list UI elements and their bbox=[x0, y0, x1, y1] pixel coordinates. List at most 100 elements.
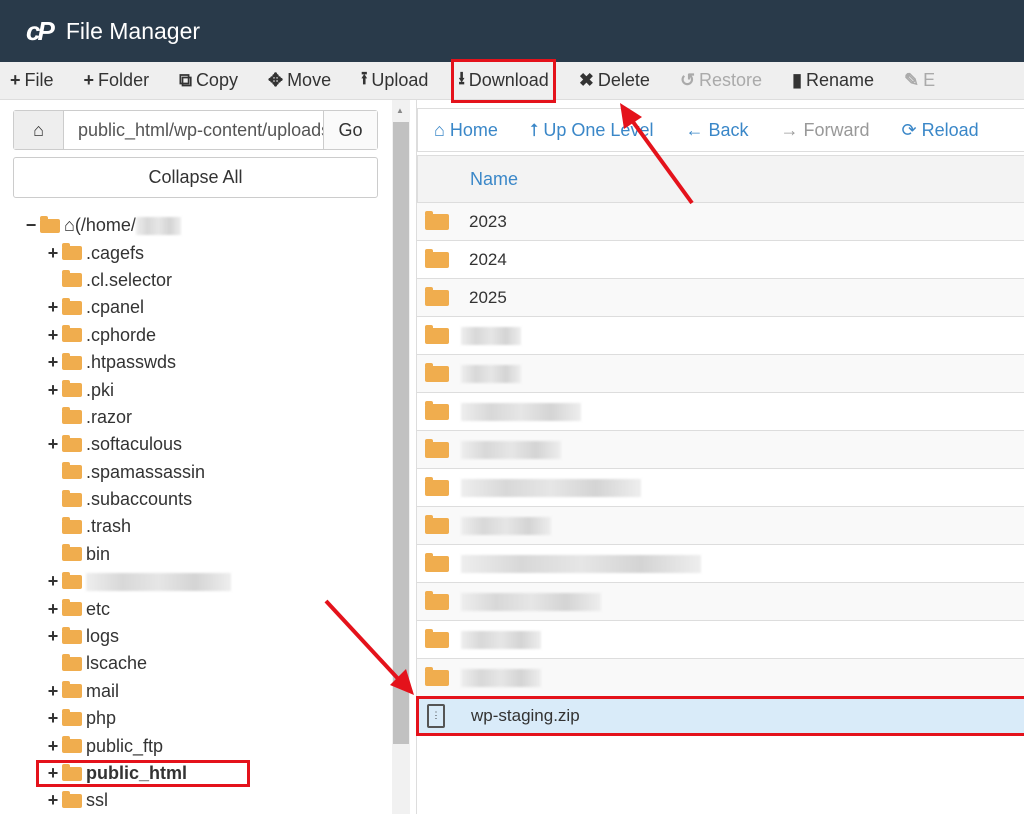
folder-icon bbox=[62, 325, 82, 343]
toggle-icon[interactable]: + bbox=[46, 243, 60, 264]
tree-item[interactable]: + ssl bbox=[0, 787, 390, 814]
restore-button[interactable]: ↺ Restore bbox=[680, 70, 762, 91]
scrollbar[interactable]: ▲ bbox=[392, 100, 410, 814]
tree-item[interactable]: + public_ftp bbox=[0, 732, 390, 759]
restore-label: Restore bbox=[699, 70, 763, 90]
tree-item[interactable]: lscache bbox=[0, 650, 390, 677]
rename-button[interactable]: ▮ Rename bbox=[792, 70, 874, 91]
toggle-icon[interactable]: + bbox=[46, 763, 60, 784]
copy-button[interactable]: ⧉ Copy bbox=[179, 70, 238, 91]
upload-button[interactable]: ⭱ Upload bbox=[361, 66, 428, 96]
tree-item[interactable]: .trash bbox=[0, 513, 390, 540]
reload-button[interactable]: ⟳ Reload bbox=[902, 120, 979, 141]
table-row[interactable]: ⋮ wp-staging.zip bbox=[416, 696, 1024, 736]
toggle-icon[interactable]: + bbox=[46, 434, 60, 455]
tree-item-label: mail bbox=[86, 680, 120, 701]
toggle-icon[interactable]: + bbox=[46, 708, 60, 729]
toggle-icon[interactable]: + bbox=[46, 599, 60, 620]
tree-item[interactable]: .spamassassin bbox=[0, 459, 390, 486]
tree-item[interactable]: + .cagefs bbox=[0, 239, 390, 266]
move-button[interactable]: ✥ Move bbox=[268, 70, 331, 91]
up-one-level-button[interactable]: ⭡ Up One Level bbox=[530, 120, 654, 141]
table-row[interactable]: 2025 bbox=[417, 279, 1024, 317]
tree-item[interactable]: + php bbox=[0, 705, 390, 732]
tree-item[interactable]: .cl.selector bbox=[0, 267, 390, 294]
table-row[interactable] bbox=[417, 621, 1024, 659]
table-row[interactable] bbox=[417, 317, 1024, 355]
tree-item[interactable]: .subaccounts bbox=[0, 486, 390, 513]
tree-item-label: logs bbox=[86, 626, 120, 647]
scrollbar-thumb[interactable] bbox=[393, 122, 409, 744]
toggle-icon[interactable]: + bbox=[46, 790, 60, 811]
go-button[interactable]: Go bbox=[323, 111, 377, 149]
folder-icon bbox=[425, 362, 449, 382]
tree-item[interactable]: + bbox=[0, 568, 390, 595]
path-bar: ⌂ Go bbox=[13, 110, 378, 150]
column-header-name[interactable]: Name bbox=[417, 155, 1024, 203]
folder-icon bbox=[62, 407, 82, 425]
table-row[interactable] bbox=[417, 431, 1024, 469]
toggle-icon[interactable]: + bbox=[46, 681, 60, 702]
home-icon[interactable]: ⌂ bbox=[14, 111, 64, 149]
toggle-icon[interactable]: + bbox=[46, 352, 60, 373]
toggle-icon[interactable]: + bbox=[46, 325, 60, 346]
folder-tree-pane: ⌂ Go Collapse All −⌂(/home/ + .cagefs .cl.s… bbox=[0, 100, 390, 814]
toolbar: + File + Folder ⧉ Copy ✥ Move ⭱ Upload ⭳ Download ✖ D… bbox=[0, 58, 1024, 103]
collapse-all-button[interactable]: Collapse All bbox=[13, 157, 378, 198]
delete-icon: ✖ bbox=[578, 70, 594, 90]
tree-item[interactable]: bin bbox=[0, 541, 390, 568]
file-button[interactable]: + File bbox=[10, 70, 54, 91]
toggle-icon[interactable]: + bbox=[46, 626, 60, 647]
path-input[interactable] bbox=[64, 111, 323, 149]
folder-icon bbox=[425, 286, 449, 306]
tree-item-label: php bbox=[86, 708, 117, 729]
app-title: File Manager bbox=[65, 17, 201, 44]
table-row[interactable] bbox=[417, 659, 1024, 697]
e-button[interactable]: ✎ E bbox=[904, 70, 935, 91]
tree-item[interactable]: .razor bbox=[0, 404, 390, 431]
tree-item[interactable]: + .htpasswds bbox=[0, 349, 390, 376]
tree-item[interactable]: + .cpanel bbox=[0, 294, 390, 321]
tree-item[interactable]: + .softaculous bbox=[0, 431, 390, 458]
folder-icon bbox=[62, 653, 82, 671]
tree-item[interactable]: + mail bbox=[0, 678, 390, 705]
table-row[interactable] bbox=[417, 393, 1024, 431]
folder-icon bbox=[425, 476, 449, 496]
table-row[interactable] bbox=[417, 507, 1024, 545]
copy-icon: ⧉ bbox=[179, 70, 192, 90]
toggle-icon[interactable]: − bbox=[24, 215, 38, 236]
tree-item-label: .cl.selector bbox=[86, 269, 173, 290]
tree-item[interactable]: + .cphorde bbox=[0, 322, 390, 349]
toggle-icon[interactable]: + bbox=[46, 571, 60, 592]
tree-item-label: bin bbox=[86, 543, 111, 564]
tree-item[interactable]: + etc bbox=[0, 595, 390, 622]
table-row[interactable] bbox=[417, 583, 1024, 621]
tree-item[interactable]: − ⌂ (/home/ bbox=[0, 212, 390, 239]
home-icon: ⌂ bbox=[434, 119, 445, 140]
tree-item[interactable]: + .pki bbox=[0, 376, 390, 403]
tree-item-label: public_ftp bbox=[86, 735, 164, 756]
toggle-icon[interactable]: + bbox=[46, 297, 60, 318]
table-row[interactable] bbox=[417, 469, 1024, 507]
toggle-icon[interactable]: + bbox=[46, 736, 60, 757]
download-button[interactable]: ⭳ Download bbox=[451, 58, 556, 103]
scroll-up-icon[interactable]: ▲ bbox=[396, 106, 404, 115]
forward-button[interactable]: → Forward bbox=[781, 120, 870, 141]
folder-button[interactable]: + Folder bbox=[84, 70, 150, 91]
table-row[interactable]: 2024 bbox=[417, 241, 1024, 279]
folder-icon bbox=[62, 380, 82, 398]
toggle-icon[interactable]: + bbox=[46, 380, 60, 401]
home-button[interactable]: ⌂ Home bbox=[434, 120, 498, 141]
table-row[interactable] bbox=[417, 545, 1024, 583]
table-row[interactable]: 2023 bbox=[417, 203, 1024, 241]
tree-item-label: .subaccounts bbox=[86, 489, 193, 510]
tree-item[interactable]: + public_html bbox=[36, 759, 250, 788]
blurred-name bbox=[135, 216, 181, 235]
tree-item-label: lscache bbox=[86, 653, 148, 674]
back-button[interactable]: ← Back bbox=[685, 120, 748, 141]
delete-button[interactable]: ✖ Delete bbox=[579, 70, 650, 91]
restore-icon: ↺ bbox=[679, 70, 696, 90]
tree-item[interactable]: + logs bbox=[0, 623, 390, 650]
table-row[interactable] bbox=[417, 355, 1024, 393]
tree-item-label: .cagefs bbox=[86, 242, 145, 263]
